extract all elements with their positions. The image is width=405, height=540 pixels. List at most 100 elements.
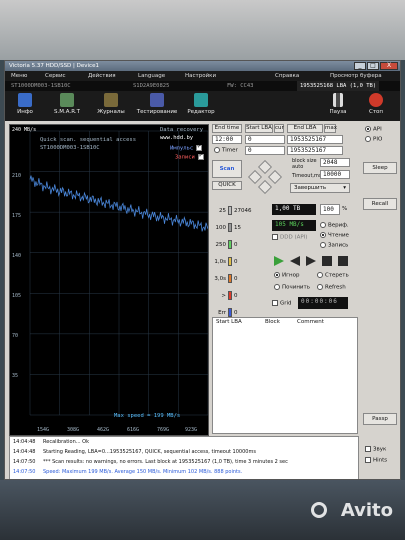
end-time-toggle[interactable]: End time (212, 124, 242, 133)
menu-item-settings[interactable]: Настройки (185, 71, 216, 81)
block-size-select[interactable]: 2048 (320, 158, 350, 167)
scan-button[interactable]: Scan (212, 160, 242, 178)
arrow-down-icon[interactable] (257, 179, 273, 195)
tab-logs[interactable]: Журналы (93, 93, 129, 120)
erase-option[interactable]: Стереть (317, 272, 349, 279)
column-start-lba[interactable]: Start LBA (216, 319, 242, 325)
avito-logo-icon (311, 502, 327, 518)
impulse-checkbox[interactable] (196, 143, 203, 151)
block-color-swatch (228, 223, 232, 232)
tab-editor[interactable]: Редактор (183, 93, 219, 120)
completion-action-select[interactable]: Завершить ▾ (290, 183, 350, 193)
menu-bar: Меню Сервис Действия Language Настройки … (5, 71, 400, 81)
pio-option[interactable]: PIO (365, 136, 382, 143)
recall-button[interactable]: Recall (363, 198, 397, 210)
scanned-size: 1,00 TB (272, 204, 316, 215)
step-forward-icon[interactable] (306, 256, 316, 266)
main-toolbar: Инфо S.M.A.R.T Журналы Тестирование Реда… (5, 91, 400, 121)
tab-info[interactable]: Инфо (11, 93, 39, 120)
maximize-button[interactable]: □ (367, 62, 379, 70)
start-lba-label: Start LBA (245, 124, 273, 133)
block-timing-label: Err (218, 310, 226, 316)
end-icon[interactable] (338, 256, 348, 266)
percent-unit: % (342, 206, 348, 212)
menu-item-language[interactable]: Language (138, 71, 165, 81)
block-color-swatch (228, 308, 232, 317)
grid-checkbox[interactable]: Grid (272, 300, 292, 307)
menu-item-menu[interactable]: Меню (11, 71, 27, 81)
skip-icon[interactable] (322, 256, 332, 266)
side-panel: API PIO Sleep Recall Passp Звук Hints (361, 124, 399, 464)
data-recovery-url[interactable]: www.hdd.by (160, 135, 193, 141)
column-comment[interactable]: Comment (297, 319, 324, 325)
hints-checkbox[interactable]: Hints (365, 457, 387, 464)
timer-checkbox[interactable]: Timer (214, 147, 238, 154)
writes-checkbox[interactable] (197, 152, 204, 160)
quick-mode-button[interactable]: QUICK (212, 181, 242, 190)
column-block[interactable]: Block (265, 319, 280, 325)
block-timing-label: 1,0s (214, 259, 226, 265)
defects-table: Start LBA Block Comment (212, 317, 358, 434)
block-timing-label: 250 (215, 242, 227, 248)
impulse-toggle[interactable]: Импульс (170, 143, 203, 152)
victoria-window: Victoria 5.37 HDD/SSD | Device1 _ □ X Ме… (4, 60, 401, 480)
passp-button[interactable]: Passp (363, 413, 397, 425)
rewind-icon[interactable] (290, 256, 300, 266)
arrow-up-icon[interactable] (257, 159, 273, 175)
block-color-swatch (228, 257, 232, 266)
sound-checkbox[interactable]: Звук (365, 446, 386, 453)
pause-button[interactable]: Пауза (325, 93, 351, 120)
end-lba-input[interactable]: 1953525167 (287, 135, 343, 144)
menu-item-help[interactable]: Справка (275, 71, 299, 81)
y-tick-label: 35 (12, 373, 19, 379)
menu-item-service[interactable]: Сервис (45, 71, 66, 81)
x-tick-label: 769G (157, 427, 170, 433)
arrow-right-icon[interactable] (267, 169, 283, 185)
sleep-button[interactable]: Sleep (363, 162, 397, 174)
block-timing-count: 15 (234, 225, 241, 231)
minimize-button[interactable]: _ (354, 62, 366, 70)
start-lba-input[interactable]: 0 (245, 135, 285, 144)
y-tick-label: 175 (12, 213, 22, 219)
progress-percent: 100 (320, 204, 340, 215)
play-icon[interactable] (274, 256, 284, 266)
menu-item-buffer-view[interactable]: Просмотр буфера (330, 71, 382, 81)
end-lba-label: End LBA (287, 124, 323, 133)
tab-smart[interactable]: S.M.A.R.T (47, 93, 87, 120)
smart-icon (60, 93, 74, 107)
x-tick-label: 154G (37, 427, 50, 433)
max-button[interactable]: max (324, 124, 337, 133)
chevron-down-icon: ▾ (343, 185, 346, 191)
write-option[interactable]: Запись (320, 242, 348, 249)
y-tick-label: 140 (12, 253, 22, 259)
block-color-swatch (228, 291, 232, 300)
block-timing-count: 0 (234, 310, 238, 316)
start-time-input[interactable]: 12:00 (212, 135, 242, 144)
y-tick-label: 105 (12, 293, 22, 299)
tab-testing[interactable]: Тестирование (133, 93, 181, 120)
y-tick-label: 240 MB/s (12, 127, 37, 133)
block-timing-count: 0 (234, 276, 238, 282)
verify-option[interactable]: Вериф. (320, 222, 349, 229)
menu-item-actions[interactable]: Действия (88, 71, 116, 81)
api-option[interactable]: API (365, 126, 382, 133)
direction-pad[interactable] (247, 159, 283, 195)
timeout-select[interactable]: 10000 (320, 170, 350, 179)
graph-canvas (29, 130, 208, 416)
arrow-left-icon[interactable] (247, 169, 263, 185)
block-color-swatch (228, 274, 232, 283)
info-icon (18, 93, 32, 107)
fix-option[interactable]: Починить (274, 284, 310, 291)
end-lba-secondary-input[interactable]: 1953525167 (287, 146, 343, 155)
block-timing-label: 100 (215, 225, 227, 231)
device-info-bar: ST1000DM003-1SB10C S1D2A9E0825 FW: CC43 … (5, 81, 400, 91)
read-option[interactable]: Чтение (320, 232, 349, 239)
cur-button[interactable]: cur (274, 124, 284, 133)
close-button[interactable]: X (380, 62, 398, 70)
writes-toggle[interactable]: Записи (175, 152, 204, 161)
timer-input[interactable]: 0 (245, 146, 285, 155)
refresh-option[interactable]: Refresh (317, 284, 346, 291)
ignore-option[interactable]: Игнор (274, 272, 299, 279)
ddd-api-checkbox[interactable]: DDD (API) (272, 234, 307, 241)
stop-button[interactable]: Стоп (363, 93, 389, 120)
